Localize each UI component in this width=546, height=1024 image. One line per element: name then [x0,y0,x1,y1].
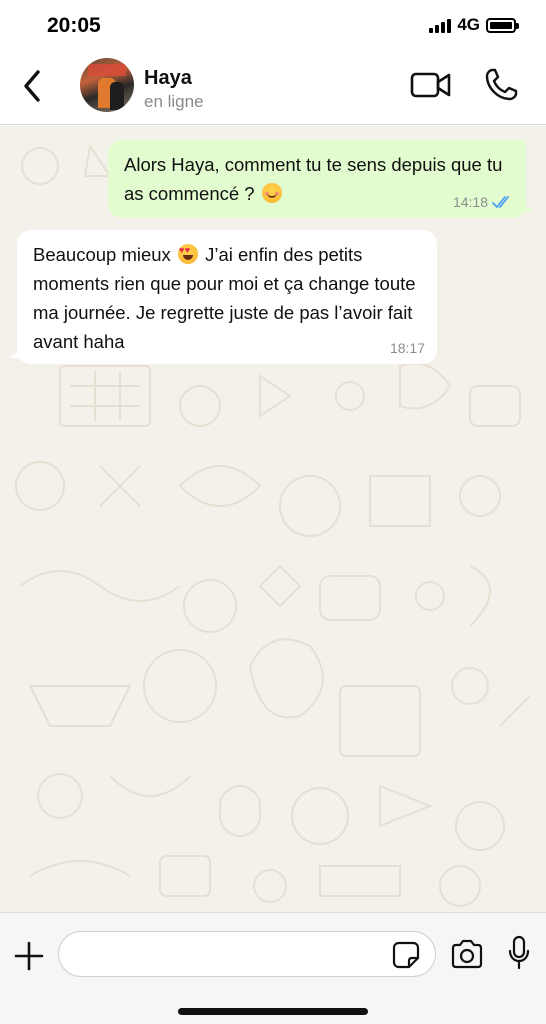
read-receipt-ticks-icon [492,196,509,209]
message-time: 18:17 [389,340,425,356]
video-call-button[interactable] [410,68,452,102]
smiling-face-emoji [261,183,282,203]
microphone-button[interactable] [507,935,531,971]
chat-header: Haya en ligne [0,50,546,125]
voice-call-button[interactable] [483,66,519,104]
incoming-message-bubble[interactable]: Beaucoup mieux J’ai enfin des petits mom… [9,230,437,364]
outgoing-message-bubble[interactable]: Alors Haya, comment tu te sens depuis qu… [108,140,534,218]
attach-button[interactable] [12,939,46,973]
message-text: Beaucoup mieux J’ai enfin des petits mom… [33,240,421,356]
sticker-button[interactable] [392,941,420,969]
signal-icon [429,17,452,33]
heart-eyes-emoji [177,244,198,264]
chat-area[interactable]: Alors Haya, comment tu te sens depuis qu… [0,126,546,912]
video-camera-icon [410,72,451,98]
contact-status: en ligne [144,92,204,111]
status-indicators: 4G [429,15,519,35]
home-indicator[interactable] [178,1008,368,1015]
battery-icon [486,17,519,33]
camera-button[interactable] [450,939,484,969]
network-type: 4G [457,15,480,34]
status-bar: 20:05 4G [0,0,546,50]
message-time: 14:18 [452,194,488,210]
composer-bar [0,912,546,1024]
back-button[interactable] [18,66,48,106]
back-chevron-icon [24,70,40,102]
sticker-icon [392,941,420,969]
contact-name[interactable]: Haya [144,67,192,90]
message-input[interactable] [58,931,436,977]
avatar[interactable] [80,58,134,112]
phone-icon [485,68,518,101]
microphone-icon [508,935,530,970]
camera-icon [451,939,483,969]
plus-icon [14,941,44,971]
status-time: 20:05 [47,14,101,37]
